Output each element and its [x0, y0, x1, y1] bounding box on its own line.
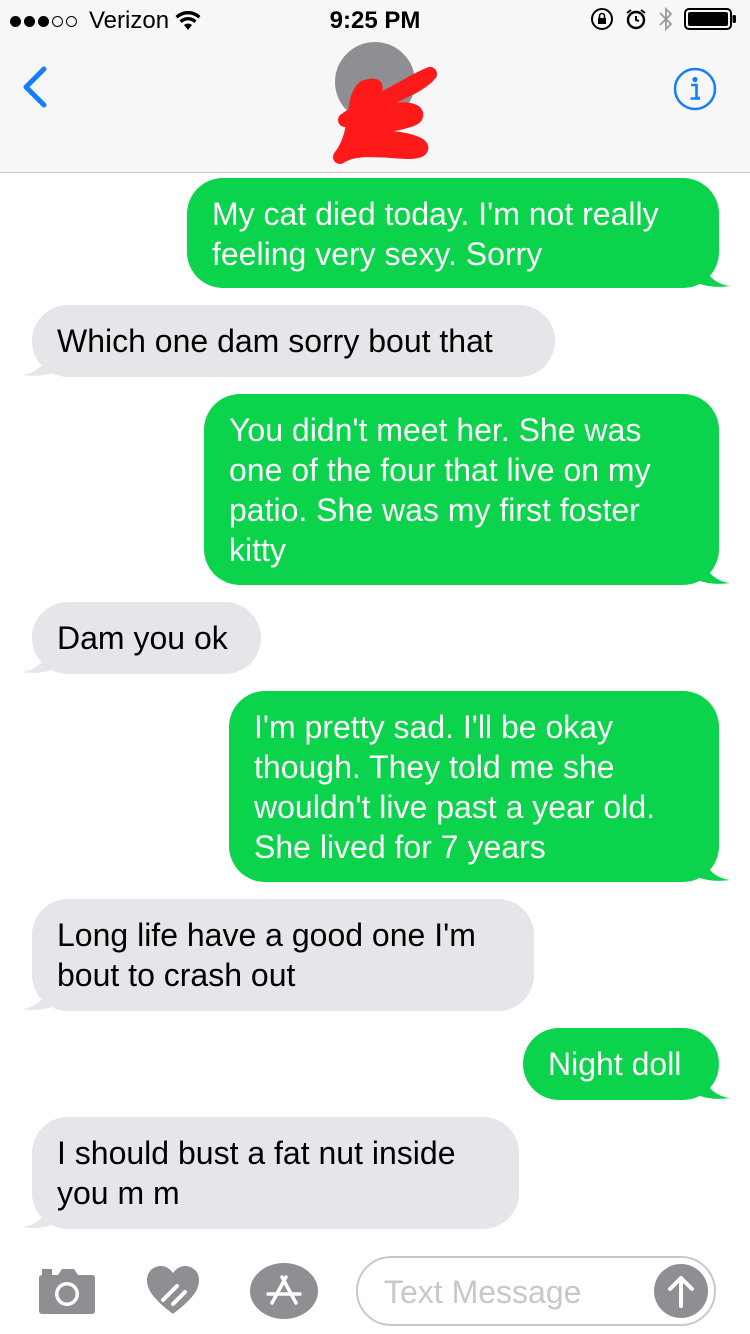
message-line: though. They told me she [254, 749, 615, 785]
message-line: Night doll [548, 1046, 682, 1082]
bubble-tail [22, 644, 52, 673]
digital-touch-heart-icon[interactable] [145, 1264, 201, 1318]
message-input[interactable]: Text Message [356, 1256, 716, 1326]
alarm-icon [626, 9, 646, 30]
bubble-tail [700, 1070, 730, 1099]
bluetooth-icon [659, 6, 673, 32]
bubble-tail [22, 1199, 52, 1228]
conversation-header [0, 40, 750, 173]
message-line: I'm pretty sad. I'll be okay [254, 709, 614, 745]
bubble-tail [22, 347, 52, 376]
compose-bar: Text Message [0, 1250, 750, 1334]
redaction-scribble [333, 67, 437, 164]
message-bubble-sent[interactable]: I'm pretty sad. I'll be okay though. The… [229, 691, 719, 882]
orientation-lock-icon [591, 8, 613, 30]
app-store-icon[interactable] [250, 1263, 318, 1319]
bubble-tail [22, 981, 52, 1010]
message-bubble-sent[interactable]: You didn't meet her. She was one of the … [204, 394, 719, 585]
send-arrow-icon [668, 1276, 694, 1308]
message-line: She lived for 7 years [254, 829, 546, 865]
message-line: patio. She was my first foster [229, 492, 640, 528]
message-line: feeling very sexy. Sorry [212, 236, 543, 272]
battery-icon [684, 8, 736, 30]
message-line: wouldn't live past a year old. [254, 789, 655, 825]
status-icons [590, 6, 738, 32]
message-line: You didn't meet her. She was [229, 412, 642, 448]
bubble-tail [700, 852, 730, 881]
message-line: I should bust a fat nut inside [57, 1135, 456, 1171]
message-line: Dam you ok [57, 620, 228, 656]
message-bubble-sent[interactable]: Night doll [523, 1028, 719, 1100]
bubble-tail [700, 555, 730, 584]
send-button[interactable] [654, 1264, 708, 1318]
message-bubble-sent[interactable]: My cat died today. I'm not really feelin… [187, 178, 719, 288]
message-line: My cat died today. I'm not really [212, 196, 659, 232]
message-line: kitty [229, 532, 286, 568]
message-bubble-received[interactable]: Long life have a good one I'm bout to cr… [32, 899, 534, 1011]
camera-icon[interactable] [38, 1267, 96, 1315]
message-line: one of the four that live on my [229, 452, 651, 488]
message-bubble-received[interactable]: I should bust a fat nut inside you m m [32, 1117, 519, 1229]
message-line: you m m [57, 1175, 180, 1211]
message-bubble-received[interactable]: Dam you ok [32, 602, 261, 674]
back-button[interactable] [20, 65, 50, 114]
message-line: Long life have a good one I'm [57, 917, 476, 953]
status-bar: Verizon 9:25 PM [0, 0, 750, 40]
info-button[interactable] [672, 66, 718, 117]
message-line: bout to crash out [57, 957, 296, 993]
message-line: Which one dam sorry bout that [57, 323, 493, 359]
bubble-tail [700, 258, 730, 287]
info-icon [673, 67, 717, 111]
message-bubble-received[interactable]: Which one dam sorry bout that [32, 305, 555, 377]
chevron-left-icon [23, 66, 47, 108]
message-input-placeholder: Text Message [384, 1274, 582, 1310]
